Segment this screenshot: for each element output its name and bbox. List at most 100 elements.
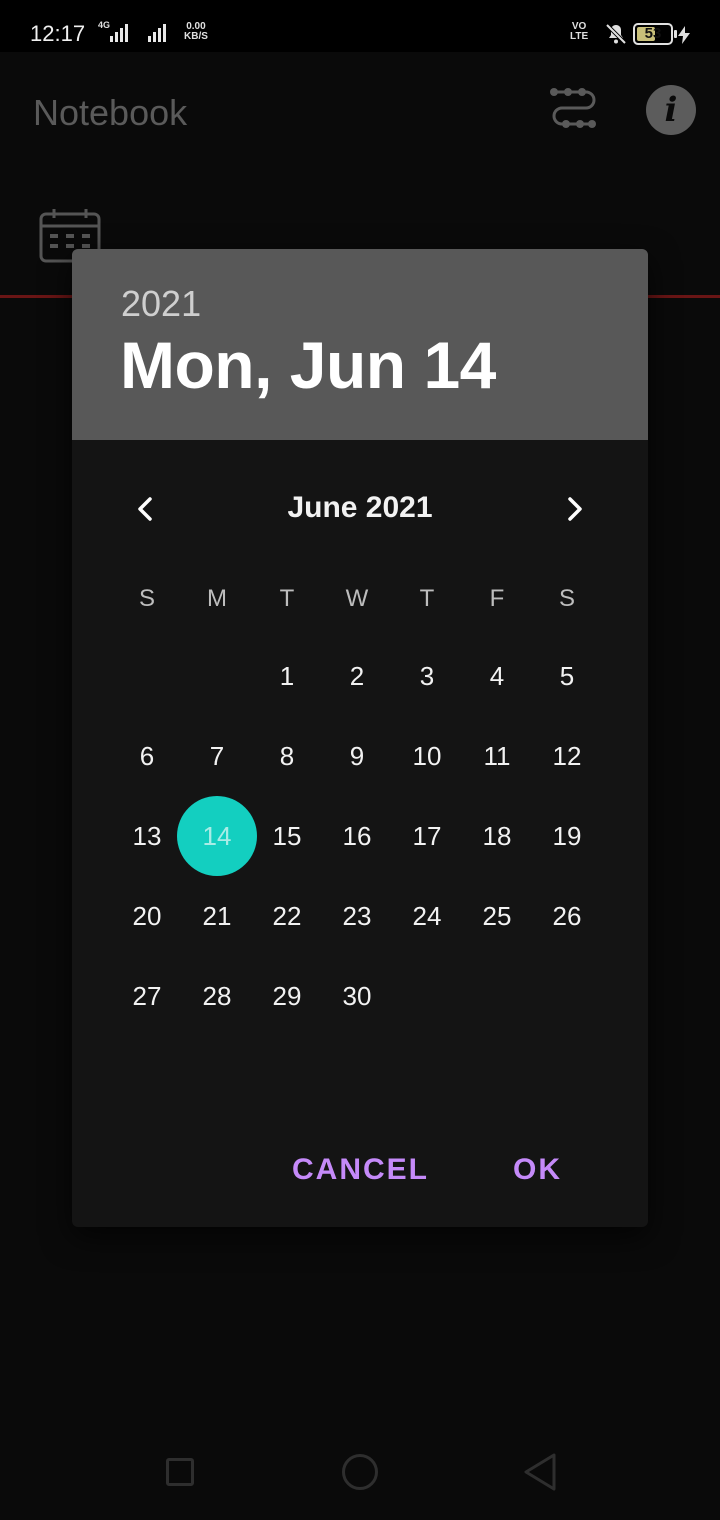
day-number: 26 <box>552 900 582 931</box>
app-title: Notebook <box>33 92 188 133</box>
day-number: 7 <box>209 740 225 771</box>
day-cell[interactable]: 20 <box>112 876 182 956</box>
info-icon[interactable]: i <box>646 85 696 135</box>
day-cell[interactable]: 9 <box>322 716 392 796</box>
day-cell[interactable]: 16 <box>322 796 392 876</box>
battery-level: 53 <box>644 25 662 42</box>
empty-day-cell <box>182 636 252 716</box>
day-number: 23 <box>342 900 372 931</box>
day-number: 29 <box>272 980 302 1011</box>
weekday-header: SMTWTFS <box>112 585 602 613</box>
week-row: 13 14 15 16 17 18 19 <box>112 796 602 876</box>
day-cell[interactable]: 27 <box>112 956 182 1036</box>
volte-bottom: LTE <box>570 31 589 42</box>
next-month-button[interactable] <box>556 491 592 527</box>
day-number: 17 <box>412 820 442 851</box>
day-number: 28 <box>202 980 232 1011</box>
day-number: 9 <box>349 740 365 771</box>
day-number: 19 <box>552 820 582 851</box>
day-number: 13 <box>132 820 162 851</box>
day-cell[interactable]: 28 <box>182 956 252 1036</box>
day-cell[interactable]: 24 <box>392 876 462 956</box>
selected-date: Mon, Jun 14 <box>120 328 496 402</box>
day-number: 25 <box>482 900 512 931</box>
charging-icon <box>678 26 690 44</box>
day-number: 27 <box>132 980 162 1011</box>
speed-unit: KB/S <box>184 31 208 42</box>
weekday-label: T <box>419 585 435 612</box>
back-button[interactable] <box>522 1452 558 1492</box>
day-cell[interactable]: 3 <box>392 636 462 716</box>
day-number: 30 <box>342 980 372 1011</box>
weekday-label: W <box>345 585 369 612</box>
bell-muted-icon <box>605 23 627 45</box>
week-row: 27 28 29 30 <box>112 956 602 1036</box>
day-cell-selected[interactable]: 14 <box>177 796 257 876</box>
network-speed: 0.00 KB/S <box>184 22 208 42</box>
date-picker-dialog: 2021 Mon, Jun 14 June 2021 SMTWTFS 12345… <box>72 249 648 1227</box>
day-number: 1 <box>279 660 295 691</box>
filter-flow-icon[interactable] <box>548 84 600 136</box>
day-cell[interactable]: 21 <box>182 876 252 956</box>
day-number: 14 <box>202 820 232 851</box>
empty-day-cell <box>532 956 602 1036</box>
day-grid: 1 2 3 4 5 6 7 8 9 10 11 12 13 14 15 16 17 18 19 20 21 22 23 24 2… <box>112 636 602 1036</box>
home-button[interactable] <box>342 1454 378 1490</box>
day-cell[interactable]: 11 <box>462 716 532 796</box>
day-cell[interactable]: 7 <box>182 716 252 796</box>
day-number: 8 <box>279 740 295 771</box>
empty-day-cell <box>392 956 462 1036</box>
day-number: 2 <box>349 660 365 691</box>
recents-button[interactable] <box>166 1458 194 1486</box>
day-cell[interactable]: 1 <box>252 636 322 716</box>
day-cell[interactable]: 26 <box>532 876 602 956</box>
signal-icon <box>110 22 128 42</box>
day-cell[interactable]: 4 <box>462 636 532 716</box>
day-cell[interactable]: 18 <box>462 796 532 876</box>
day-number: 3 <box>419 660 435 691</box>
day-cell[interactable]: 25 <box>462 876 532 956</box>
day-number: 6 <box>139 740 155 771</box>
status-time: 12:17 <box>30 21 86 46</box>
day-cell[interactable]: 23 <box>322 876 392 956</box>
day-cell[interactable]: 19 <box>532 796 602 876</box>
day-cell[interactable]: 5 <box>532 636 602 716</box>
empty-day-cell <box>112 636 182 716</box>
selected-year[interactable]: 2021 <box>121 283 201 325</box>
ok-button[interactable]: OK <box>513 1153 562 1187</box>
day-cell[interactable]: 6 <box>112 716 182 796</box>
day-cell[interactable]: 15 <box>252 796 322 876</box>
day-cell[interactable]: 29 <box>252 956 322 1036</box>
day-number: 15 <box>272 820 302 851</box>
battery-icon: 53 <box>633 23 677 45</box>
day-number: 21 <box>202 900 232 931</box>
weekday-label: S <box>558 585 575 612</box>
weekday-label: F <box>489 585 505 612</box>
day-number: 24 <box>412 900 442 931</box>
week-row: 6 7 8 9 10 11 12 <box>112 716 602 796</box>
day-cell[interactable]: 13 <box>112 796 182 876</box>
day-cell[interactable]: 22 <box>252 876 322 956</box>
screen: 12:17 4G 0.00 KB/S VO LTE 53 Notebook i … <box>0 0 720 1520</box>
date-picker-header: 2021 Mon, Jun 14 <box>72 249 648 440</box>
day-cell[interactable]: 10 <box>392 716 462 796</box>
day-cell[interactable]: 2 <box>322 636 392 716</box>
day-cell[interactable]: 17 <box>392 796 462 876</box>
cancel-button[interactable]: CANCEL <box>292 1153 429 1187</box>
status-bar: 12:17 4G 0.00 KB/S VO LTE 53 <box>0 0 720 52</box>
day-number: 5 <box>559 660 575 691</box>
day-number: 22 <box>272 900 302 931</box>
day-number: 18 <box>482 820 512 851</box>
weekday-label: M <box>207 585 227 612</box>
week-row: 1 2 3 4 5 <box>112 636 602 716</box>
network-type: 4G <box>98 20 111 30</box>
signal-icon <box>148 22 166 42</box>
day-cell[interactable]: 30 <box>322 956 392 1036</box>
week-row: 20 21 22 23 24 25 26 <box>112 876 602 956</box>
day-number: 12 <box>552 740 582 771</box>
day-cell[interactable]: 8 <box>252 716 322 796</box>
day-number: 16 <box>342 820 372 851</box>
weekday-label: T <box>279 585 295 612</box>
day-number: 11 <box>483 740 511 771</box>
day-cell[interactable]: 12 <box>532 716 602 796</box>
